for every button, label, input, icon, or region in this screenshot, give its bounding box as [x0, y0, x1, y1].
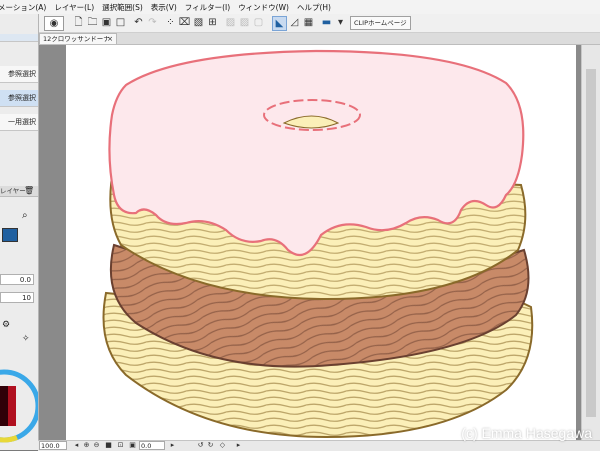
reference-select-item[interactable]: 参照選択 — [0, 66, 38, 83]
actual-size-icon[interactable]: ⊡ — [116, 441, 125, 450]
clip-homepage-button[interactable]: CLIPホームページ — [350, 16, 411, 30]
color-icon[interactable]: ▬ — [320, 16, 333, 29]
status-bar: 100.0 ◂ ⊕ ⊖ ■ ⊡ ▣ 0.0 ▸ ↺ ↻ ◇ ▸ — [38, 440, 600, 451]
flip-icon[interactable]: ▸ — [234, 441, 243, 450]
eye-icon[interactable]: ◉ — [44, 16, 64, 31]
color-wheel[interactable] — [0, 362, 38, 450]
scrollbar-thumb[interactable] — [586, 69, 596, 417]
command-bar: ◉ 🗋 🗀 ▣ □ ↶ ↷ ⁘ ⌧ ▧ ⊞ ▨ ▨ ▢ ◣ ◿ ▦ ▬ ▾ CL… — [38, 14, 600, 33]
menu-selection[interactable]: 選択範囲(S) — [102, 2, 143, 13]
scroll-right-icon[interactable]: ▸ — [168, 441, 177, 450]
clear-icon[interactable]: ⌧ — [178, 16, 191, 29]
deselect-icon[interactable]: ▨ — [224, 16, 237, 29]
copyright-watermark: (c) Emma Hasegawa — [461, 425, 592, 441]
panel-header-strip — [0, 14, 38, 24]
document-tab-strip: 12クロワッサンドーナツ.psd × — [38, 33, 600, 53]
value-field-1[interactable]: 0.0 — [0, 274, 34, 285]
vertical-scrollbar[interactable] — [581, 45, 600, 440]
color-swatch[interactable] — [2, 228, 18, 242]
canvas-paper[interactable] — [66, 45, 576, 440]
panel-tab-selected[interactable] — [0, 34, 38, 42]
save-box-icon[interactable]: □ — [114, 16, 127, 29]
close-icon[interactable]: × — [107, 34, 113, 44]
fill-icon[interactable]: ▧ — [192, 16, 205, 29]
snap-ruler-icon[interactable]: ◣ — [272, 16, 287, 31]
grid-icon[interactable]: ▣ — [128, 441, 137, 450]
transform-icon[interactable]: ⁘ — [164, 16, 177, 29]
reference-select-item-2[interactable]: 参照選択 — [0, 90, 38, 107]
star-icon[interactable]: ✧ — [22, 334, 30, 344]
document-tab[interactable]: 12クロワッサンドーナツ.psd × — [39, 33, 117, 53]
gear-icon[interactable]: ⚙ — [2, 320, 10, 330]
zoom-out-icon[interactable]: ⊖ — [92, 441, 101, 450]
snap-special-icon[interactable]: ◿ — [288, 16, 301, 29]
value-field-2[interactable]: 10 — [0, 292, 34, 303]
rotate-right-icon[interactable]: ↻ — [206, 441, 215, 450]
menu-animation[interactable]: メーション(A) — [0, 2, 46, 13]
reset-rotation-icon[interactable]: ◇ — [218, 441, 227, 450]
chevron-down-icon[interactable]: ▾ — [334, 16, 347, 29]
crop-icon[interactable]: ▢ — [252, 16, 265, 29]
left-tool-panel: 参照選択 参照選択 一用選択 レイヤー 🗑 ⌕ 0.0 10 ⚙ ✧ — [0, 14, 39, 450]
doughnut-illustration — [102, 49, 534, 439]
undo-icon[interactable]: ↶ — [132, 16, 145, 29]
rotation-field[interactable]: 0.0 — [139, 441, 165, 450]
search-icon[interactable]: ⌕ — [22, 210, 28, 221]
fit-icon[interactable]: ■ — [104, 441, 113, 450]
menu-filter[interactable]: フィルター(I) — [185, 2, 230, 13]
save-icon[interactable]: ▣ — [100, 16, 113, 29]
select-all-icon[interactable]: ⊞ — [206, 16, 219, 29]
menu-window[interactable]: ウィンドウ(W) — [238, 2, 289, 13]
zoom-field[interactable]: 100.0 — [39, 441, 67, 450]
menu-layer[interactable]: レイヤー(L) — [54, 2, 94, 13]
zoom-in-icon[interactable]: ⊕ — [82, 441, 91, 450]
new-file-icon[interactable]: 🗋 — [72, 16, 85, 29]
trash-icon[interactable]: 🗑 — [24, 186, 34, 195]
invert-selection-icon[interactable]: ▨ — [238, 16, 251, 29]
menu-view[interactable]: 表示(V) — [151, 2, 177, 13]
menu-bar: メーション(A) レイヤー(L) 選択範囲(S) 表示(V) フィルター(I) … — [0, 0, 600, 15]
rotate-left-icon[interactable]: ↺ — [196, 441, 205, 450]
scroll-left-icon[interactable]: ◂ — [72, 441, 81, 450]
open-folder-icon[interactable]: 🗀 — [86, 16, 99, 29]
redo-icon[interactable]: ↷ — [146, 16, 159, 29]
layer-select-item[interactable]: 一用選択 — [0, 114, 38, 131]
snap-grid-icon[interactable]: ▦ — [302, 16, 315, 29]
menu-help[interactable]: ヘルプ(H) — [297, 2, 331, 13]
